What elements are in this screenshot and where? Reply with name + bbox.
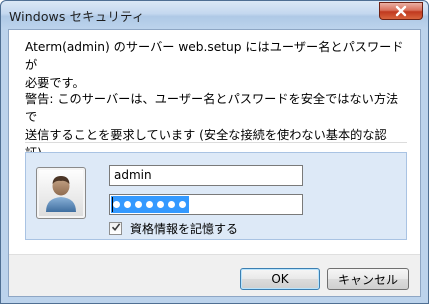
text-caret — [112, 197, 113, 212]
divider — [25, 142, 407, 143]
password-mask-dot — [179, 201, 186, 208]
remember-label: 資格情報を記憶する — [130, 221, 239, 236]
dialog-body: Aterm(admin) のサーバー web.setup にはユーザー名とパスワ… — [8, 29, 421, 297]
close-button[interactable] — [379, 2, 423, 20]
password-mask-dot — [124, 201, 131, 208]
password-mask-dot — [168, 201, 175, 208]
password-mask-dot — [135, 201, 142, 208]
password-mask-dot — [146, 201, 153, 208]
password-selection — [111, 196, 189, 213]
checkbox[interactable] — [109, 221, 122, 235]
user-avatar-icon — [36, 167, 86, 219]
username-field[interactable]: admin — [109, 165, 303, 186]
ok-button[interactable]: OK — [240, 268, 320, 290]
credential-tile[interactable]: admin 資格情報を記憶する — [25, 152, 407, 240]
checkmark-icon — [111, 221, 121, 235]
title-bar[interactable]: Windows セキュリティ — [1, 1, 428, 29]
close-icon — [394, 5, 408, 17]
password-mask-dot — [157, 201, 164, 208]
remember-credentials-checkbox[interactable]: 資格情報を記憶する — [109, 220, 238, 236]
button-bar: OK キャンセル — [9, 254, 420, 296]
security-dialog: Windows セキュリティ Aterm(admin) のサーバー web.se… — [0, 0, 429, 304]
cancel-button[interactable]: キャンセル — [327, 268, 409, 290]
server-message: Aterm(admin) のサーバー web.setup にはユーザー名とパスワ… — [25, 40, 404, 90]
password-field[interactable] — [109, 194, 303, 215]
password-mask-dot — [113, 201, 120, 208]
window-title: Windows セキュリティ — [9, 9, 145, 24]
